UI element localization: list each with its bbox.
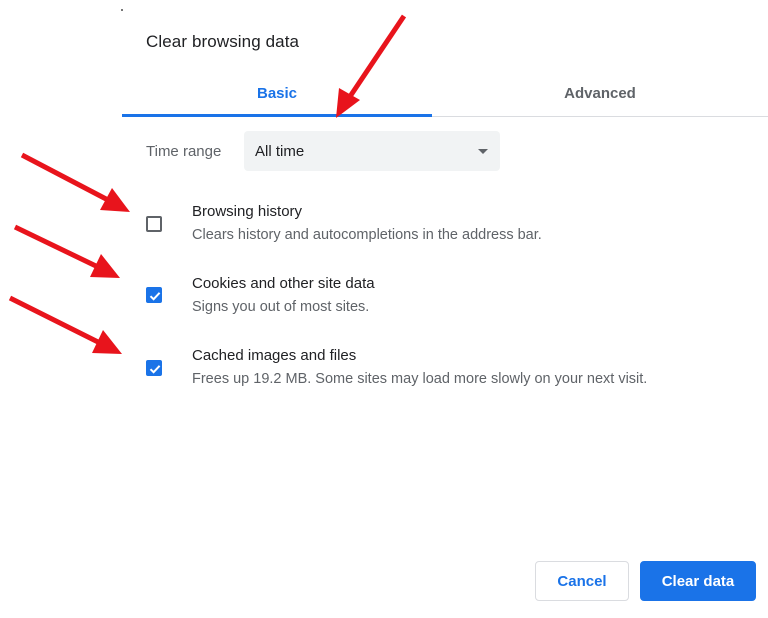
- tab-bar: Basic Advanced: [122, 70, 768, 117]
- browsing-history-checkbox[interactable]: [146, 216, 162, 232]
- red-arrow-icon: [13, 224, 120, 278]
- clear-browsing-data-dialog: Clear browsing data Basic Advanced Time …: [0, 0, 768, 618]
- option-cached-images: Cached images and files Frees up 19.2 MB…: [146, 347, 746, 403]
- time-range-value: All time: [255, 143, 305, 160]
- time-range-label: Time range: [146, 143, 222, 160]
- checkmark-icon: [149, 365, 161, 374]
- clear-data-button[interactable]: Clear data: [640, 561, 756, 601]
- cached-images-checkbox[interactable]: [146, 360, 162, 376]
- stray-dot: [121, 9, 123, 11]
- option-description: Signs you out of most sites.: [192, 299, 370, 315]
- option-label: Browsing history: [192, 203, 303, 220]
- time-range-select[interactable]: All time: [244, 131, 500, 171]
- option-browsing-history: Browsing history Clears history and auto…: [146, 203, 746, 259]
- tab-basic[interactable]: Basic: [122, 70, 432, 117]
- option-description: Clears history and autocompletions in th…: [192, 227, 542, 243]
- chevron-down-icon: [478, 149, 488, 154]
- option-label: Cached images and files: [192, 347, 357, 364]
- option-label: Cookies and other site data: [192, 275, 375, 292]
- dialog-title: Clear browsing data: [146, 32, 300, 51]
- red-arrow-icon: [20, 152, 130, 212]
- cookies-checkbox[interactable]: [146, 287, 162, 303]
- option-description: Frees up 19.2 MB. Some sites may load mo…: [192, 371, 648, 387]
- cancel-button[interactable]: Cancel: [535, 561, 629, 601]
- tab-advanced[interactable]: Advanced: [432, 70, 768, 116]
- red-arrow-icon: [8, 295, 122, 354]
- checkmark-icon: [149, 292, 161, 301]
- option-cookies: Cookies and other site data Signs you ou…: [146, 275, 746, 331]
